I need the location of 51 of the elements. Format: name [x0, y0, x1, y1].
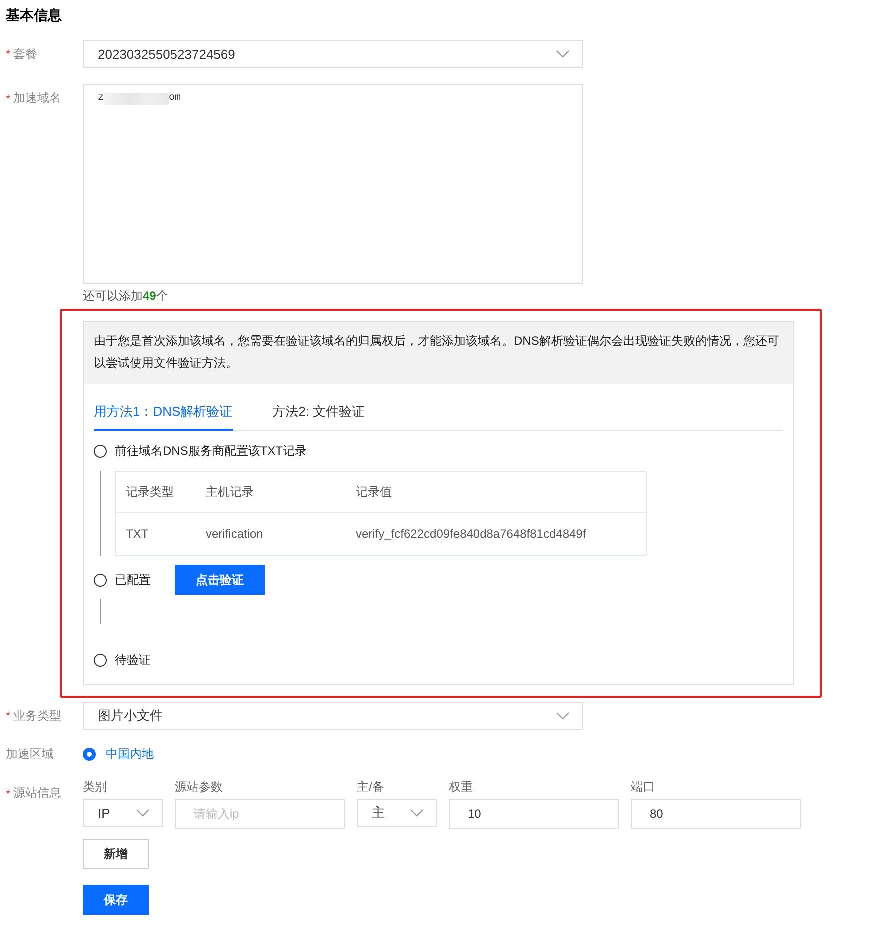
radio-label: 中国内地	[106, 746, 154, 763]
field-label: 套餐	[14, 46, 38, 62]
table-cell: verify_fcf622cd09fe840d8a7648f81cd4849f	[346, 512, 646, 556]
step-label: 前往域名DNS服务商配置该TXT记录	[115, 442, 307, 460]
domain-text: om	[169, 93, 182, 105]
radio-button[interactable]	[94, 654, 107, 666]
column-header: 记录值	[346, 472, 646, 512]
column-header: 记录类型	[116, 472, 196, 512]
column-label: 源站参数	[175, 779, 224, 795]
section-title: 基本信息	[6, 6, 63, 25]
select-field[interactable]: 2023032550523724569	[83, 40, 583, 68]
step-label: 待验证	[115, 652, 151, 668]
save-button[interactable]: 保存	[83, 885, 149, 915]
domain-textarea[interactable]: z om	[83, 84, 583, 284]
table-cell: verification	[196, 512, 346, 556]
notice-text: 由于您是首次添加该域名，您需要在验证该域名的归属权后，才能添加该域名。DNS解析验证偶尔会出现验证失败的情况，您还可以尝试使用文件验证方法。	[84, 322, 793, 384]
verify-button[interactable]: 点击验证	[175, 565, 265, 595]
hint-text: 还可以添加49个	[83, 288, 170, 305]
select-field[interactable]: 图片小文件	[83, 702, 583, 730]
required-mark: *	[6, 709, 11, 723]
field-label: 业务类型	[14, 708, 62, 724]
column-label: 类别	[83, 779, 108, 795]
chevron-down-icon	[556, 712, 570, 720]
required-mark: *	[6, 47, 11, 61]
column-header: 主机记录	[196, 472, 346, 512]
column-label: 端口	[631, 779, 656, 795]
chevron-down-icon	[556, 50, 570, 58]
radio-button[interactable]	[83, 748, 96, 761]
redaction-block	[104, 93, 170, 105]
tab[interactable]: 方法2: 文件验证	[272, 396, 366, 431]
radio-button[interactable]	[94, 444, 107, 458]
table-cell: TXT	[116, 512, 196, 556]
add-button[interactable]: 新增	[83, 839, 149, 869]
column-label: 主/备	[357, 779, 386, 795]
tab[interactable]: 用方法1：DNS解析验证	[94, 396, 233, 431]
domain-text: z	[98, 93, 104, 105]
required-mark: *	[6, 786, 11, 800]
input-field[interactable]: 请输入ip	[175, 799, 345, 829]
chevron-down-icon	[410, 809, 424, 817]
select-field[interactable]: 主	[357, 799, 437, 827]
select-field[interactable]: IP	[83, 799, 163, 827]
required-mark: *	[6, 92, 11, 106]
radio-button[interactable]	[94, 574, 107, 586]
input-field[interactable]: 80	[631, 799, 801, 829]
input-field[interactable]: 10	[449, 799, 619, 829]
field-label: 加速域名	[14, 90, 62, 107]
column-label: 权重	[449, 779, 474, 795]
step-label: 已配置	[115, 572, 151, 588]
field-label: 源站信息	[14, 785, 62, 802]
chevron-down-icon	[136, 809, 150, 817]
field-label: 加速区域	[6, 746, 54, 763]
